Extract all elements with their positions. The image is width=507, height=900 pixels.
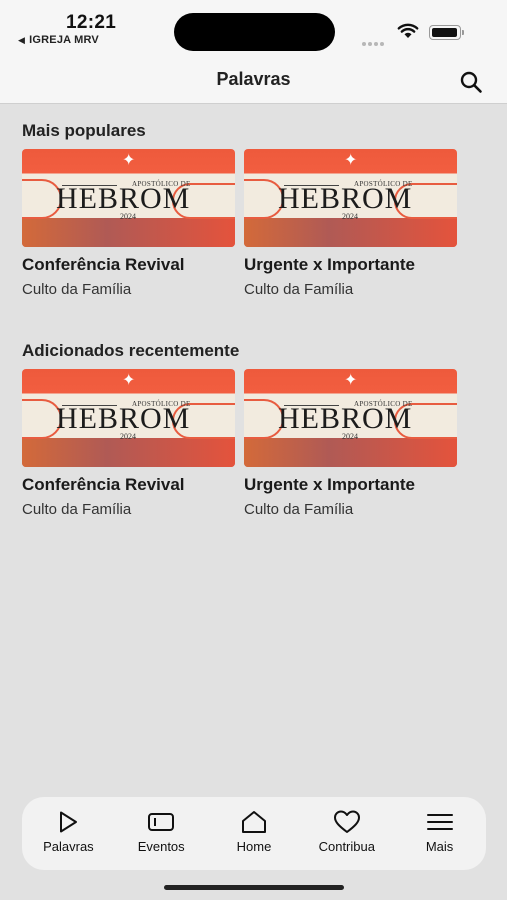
sermon-thumbnail: ✦ APOSTÓLICO DE HEBROM 2024 xyxy=(244,149,457,247)
status-time: 12:21 xyxy=(66,12,117,33)
tab-label: Palavras xyxy=(43,839,94,854)
tab-label: Mais xyxy=(425,839,454,854)
sermon-card[interactable]: ✦ APOSTÓLICO DE HEBROM 2024 Urgente x Im… xyxy=(244,369,457,518)
home-icon xyxy=(241,811,266,833)
tab-label: Contribua xyxy=(318,839,375,854)
sermon-card[interactable]: ✦ APOSTÓLICO DE HEBROM 2024 Urgente x Im… xyxy=(244,149,457,298)
back-app-label: IGREJA MRV xyxy=(29,34,99,46)
cellular-signal-icon xyxy=(362,33,388,46)
tab-palavras[interactable]: Palavras xyxy=(28,809,108,854)
page-title: Palavras xyxy=(216,69,291,89)
home-indicator[interactable] xyxy=(164,885,344,890)
tab-mais[interactable]: Mais xyxy=(400,809,480,854)
card-title: Conferência Revival xyxy=(22,475,185,494)
wifi-icon xyxy=(397,23,419,38)
section-title: Mais populares xyxy=(22,121,146,140)
card-title: Conferência Revival xyxy=(22,255,185,274)
section-title: Adicionados recentemente xyxy=(22,341,240,360)
sermon-card[interactable]: ✦ APOSTÓLICO DE HEBROM 2024 Conferência … xyxy=(22,149,235,298)
card-subtitle: Culto da Família xyxy=(244,281,354,298)
tab-home[interactable]: Home xyxy=(214,809,294,854)
back-to-app-link[interactable]: ◀ IGREJA MRV xyxy=(18,34,99,46)
play-icon xyxy=(60,811,78,833)
ticket-icon xyxy=(148,813,175,831)
sermon-thumbnail: ✦ APOSTÓLICO DE HEBROM 2024 xyxy=(22,369,235,467)
sermon-card[interactable]: ✦ APOSTÓLICO DE HEBROM 2024 Conferência … xyxy=(22,369,235,518)
card-subtitle: Culto da Família xyxy=(244,501,354,518)
battery-icon xyxy=(429,25,464,40)
card-subtitle: Culto da Família xyxy=(22,501,132,518)
tab-label: Eventos xyxy=(137,839,185,854)
menu-icon xyxy=(426,814,453,830)
tab-label: Home xyxy=(236,839,272,854)
tab-contribua[interactable]: Contribua xyxy=(307,809,387,854)
status-bar: 12:21 ◀ IGREJA MRV xyxy=(0,0,507,62)
dynamic-island xyxy=(174,13,335,51)
card-title: Urgente x Importante xyxy=(244,475,415,494)
tab-eventos[interactable]: Eventos xyxy=(121,809,201,854)
search-icon xyxy=(460,71,482,93)
section-mais-populares: Mais populares ✦ APOSTÓLICO DE HEBROM 20… xyxy=(22,121,492,309)
search-button[interactable] xyxy=(457,68,485,96)
nav-header: Palavras xyxy=(0,62,507,104)
sparkle-icon: ✦ xyxy=(344,152,358,169)
heart-icon xyxy=(333,810,360,833)
sparkle-icon: ✦ xyxy=(122,152,136,169)
sparkle-icon: ✦ xyxy=(122,372,136,389)
tab-bar: Palavras Eventos Home Contribua Mais xyxy=(22,797,486,870)
sermon-thumbnail: ✦ APOSTÓLICO DE HEBROM 2024 xyxy=(244,369,457,467)
card-title: Urgente x Importante xyxy=(244,255,415,274)
sermon-thumbnail: ✦ APOSTÓLICO DE HEBROM 2024 xyxy=(22,149,235,247)
back-arrow-icon: ◀ xyxy=(18,35,26,45)
sparkle-icon: ✦ xyxy=(344,372,358,389)
section-adicionados-recentemente: Adicionados recentemente ✦ APOSTÓLICO DE… xyxy=(22,341,492,529)
card-subtitle: Culto da Família xyxy=(22,281,132,298)
